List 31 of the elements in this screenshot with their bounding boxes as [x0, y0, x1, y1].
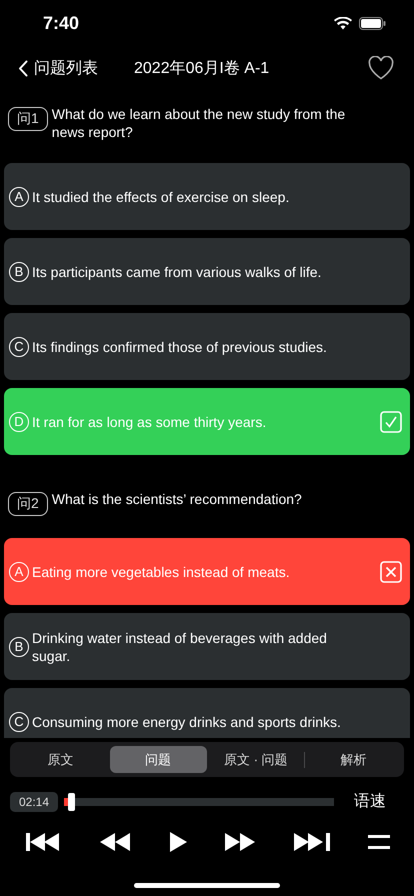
play-icon[interactable] [168, 832, 187, 852]
question-number: 问2 [8, 492, 48, 516]
answer-option[interactable]: C Its findings confirmed those of previous studies. [4, 313, 410, 380]
segment-tab[interactable]: 原文 · 问题 [208, 746, 304, 773]
chevron-left-icon [18, 60, 28, 76]
rewind-icon[interactable] [100, 833, 130, 851]
wifi-icon [334, 16, 352, 30]
answer-option[interactable]: B Its participants came from various walks of life. [4, 238, 410, 305]
skip-back-icon[interactable] [26, 832, 62, 852]
heart-icon[interactable] [368, 56, 394, 80]
answer-option[interactable]: B Drinking water instead of beverages with added sugar. [4, 613, 410, 680]
speed-button[interactable]: 语速 [354, 791, 386, 812]
status-time: 7:40 [43, 12, 80, 34]
page-title: 2022年06月I卷 A-1 [134, 58, 270, 78]
menu-icon[interactable] [368, 835, 390, 849]
question-text: What is the scientists’ recommendation? [52, 490, 303, 508]
segment-tab[interactable]: 解析 [305, 746, 402, 773]
back-button[interactable]: 问题列表 [18, 58, 98, 78]
answer-option[interactable]: C Consuming more energy drinks and sports drinks. [4, 688, 410, 738]
question-text: What do we learn about the new study from the news report? [52, 105, 346, 141]
checkbox-cross-icon [380, 560, 402, 582]
segment-tab[interactable]: 问题 [110, 746, 206, 773]
segment-tab[interactable]: 原文 [12, 746, 109, 773]
question-number: 问1 [8, 107, 48, 131]
checkbox-check-icon [380, 410, 402, 432]
playback-time: 02:14 [10, 792, 58, 812]
battery-icon [359, 16, 386, 30]
fast-forward-icon[interactable] [225, 833, 256, 851]
answer-option[interactable]: A It studied the effects of exercise on sleep. [4, 163, 410, 230]
slider-thumb[interactable] [68, 792, 76, 810]
skip-forward-icon[interactable] [294, 832, 330, 852]
